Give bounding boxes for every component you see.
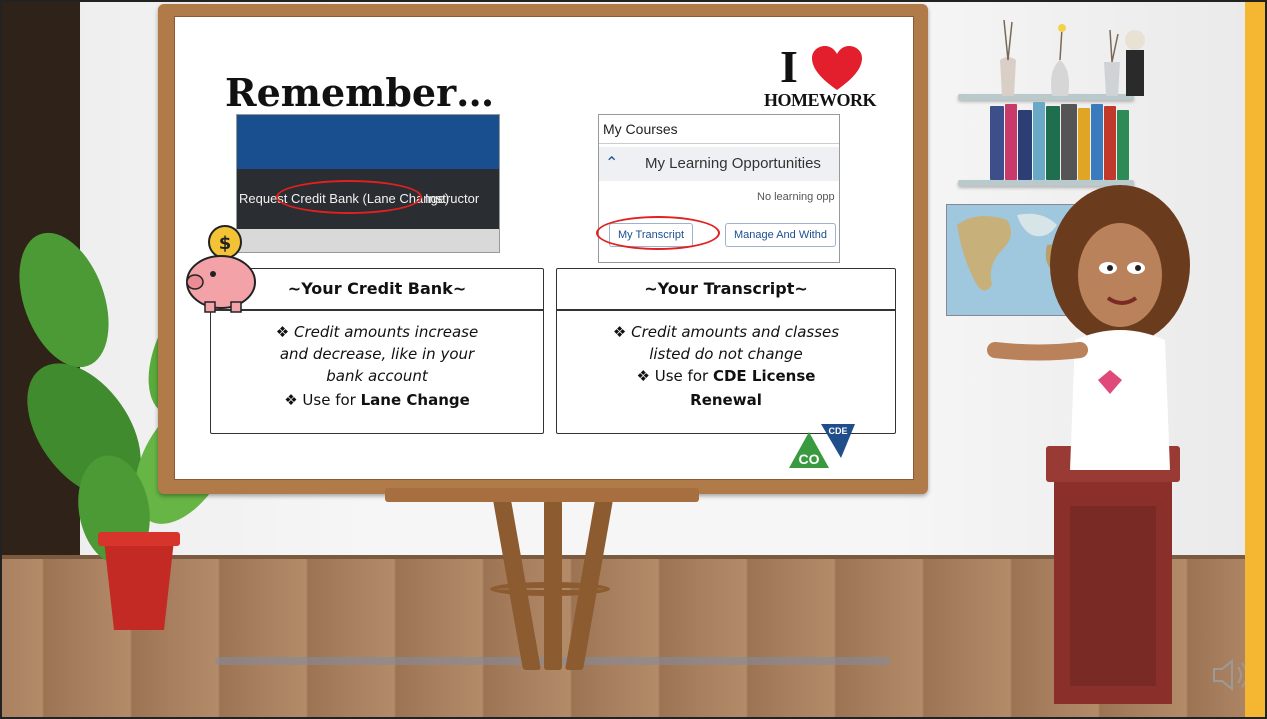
book bbox=[1018, 110, 1032, 180]
homework-logo: I HOMEWORK bbox=[760, 40, 900, 110]
svg-text:$: $ bbox=[219, 233, 232, 254]
book bbox=[990, 106, 1004, 180]
box-line: ❖ Credit amounts and classes bbox=[612, 323, 840, 341]
cde-logo: CO CDE bbox=[789, 424, 855, 468]
box-line-bold: Lane Change bbox=[360, 391, 470, 409]
highlight-oval bbox=[596, 216, 720, 250]
box-line: listed do not change bbox=[649, 345, 803, 363]
side-accent-bar bbox=[1245, 0, 1267, 719]
separator bbox=[599, 143, 839, 144]
box-line-text: ❖ Use for bbox=[284, 391, 361, 409]
nav-item-instructor[interactable]: Instructor bbox=[425, 191, 479, 206]
box-line: ❖ Use for Lane Change bbox=[211, 391, 543, 409]
transcript-box: ~Your Transcript~ ❖ Credit amounts and c… bbox=[556, 268, 896, 434]
book bbox=[1104, 106, 1116, 180]
section-title: My Learning Opportunities bbox=[645, 155, 821, 172]
box-line: bank account bbox=[326, 367, 428, 385]
chevron-up-icon[interactable]: ⌃ bbox=[605, 153, 618, 173]
manage-withdraw-button[interactable]: Manage And Withd bbox=[725, 223, 836, 247]
app-header bbox=[237, 115, 499, 169]
book bbox=[1046, 106, 1060, 180]
vases-icon bbox=[1000, 19, 1145, 96]
cde-logo-top: CDE bbox=[828, 426, 847, 436]
cde-logo-co: CO bbox=[799, 451, 820, 467]
book bbox=[1091, 104, 1103, 180]
highlight-oval bbox=[276, 180, 422, 214]
box-line: Renewal bbox=[557, 391, 895, 409]
box-line: ❖ Credit amounts increase bbox=[275, 323, 479, 341]
piggy-bank-icon: $ bbox=[186, 225, 256, 313]
box-line-text: ❖ Use for bbox=[636, 367, 713, 385]
book bbox=[1033, 102, 1045, 180]
box-line: and decrease, like in your bbox=[279, 345, 475, 363]
easel-ring bbox=[490, 582, 610, 596]
slide-title: Remember… bbox=[225, 70, 495, 115]
slide-stage: Remember… I HOMEWORK Request Credit Bank… bbox=[0, 0, 1267, 719]
book bbox=[1061, 104, 1077, 180]
my-courses-header: My Courses bbox=[603, 121, 678, 137]
box-line-bold: Renewal bbox=[690, 391, 762, 409]
box-line: ❖ Use for CDE License bbox=[557, 367, 895, 385]
book bbox=[1117, 110, 1129, 180]
book bbox=[1078, 108, 1090, 180]
books bbox=[990, 100, 1130, 180]
divider bbox=[557, 309, 895, 311]
heart-icon bbox=[812, 46, 862, 90]
logo-word: HOMEWORK bbox=[764, 90, 877, 110]
logo-i: I bbox=[780, 41, 798, 92]
avatar bbox=[987, 185, 1190, 470]
book bbox=[1005, 104, 1017, 180]
empty-text: No learning opp bbox=[757, 191, 835, 203]
box-line-bold: CDE License bbox=[712, 367, 816, 385]
board-ledge bbox=[385, 488, 699, 502]
podium bbox=[1046, 446, 1180, 704]
box-title: ~Your Transcript~ bbox=[644, 279, 808, 298]
